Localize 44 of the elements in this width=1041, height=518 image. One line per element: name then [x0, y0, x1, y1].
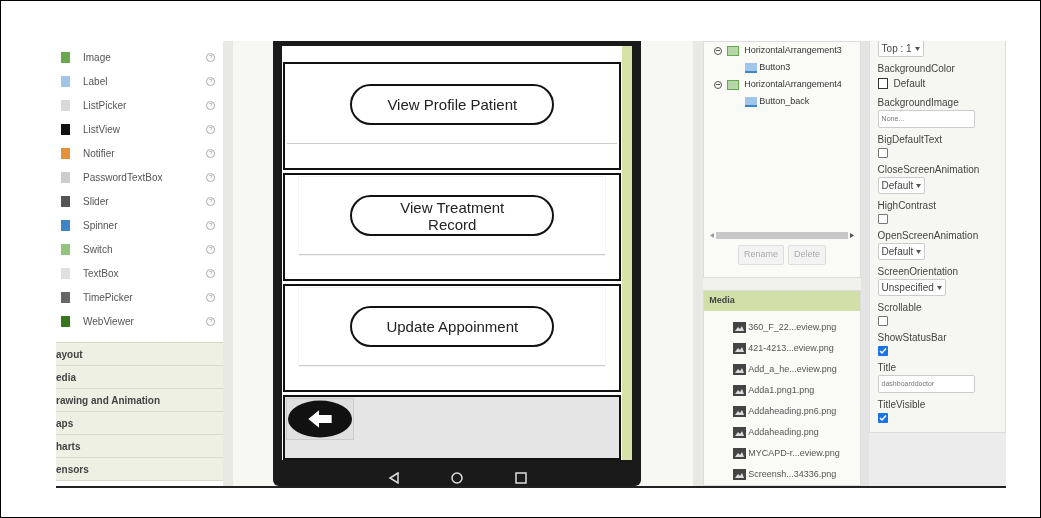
property-label: BackgroundImage: [877, 96, 960, 109]
media-file[interactable]: Adda1.png1.png: [748, 383, 815, 398]
tree-item[interactable]: Button3: [759, 60, 791, 75]
property-label: BackgroundColor: [877, 62, 956, 75]
palette-item[interactable]: TimePicker: [83, 289, 194, 305]
property-label: Title: [877, 361, 898, 374]
palette-item[interactable]: Label: [83, 73, 194, 89]
palette-item[interactable]: Image: [83, 49, 194, 65]
dropdown[interactable]: Unspecified: [877, 279, 946, 296]
property-label: Scrollable: [877, 301, 923, 314]
tree-item[interactable]: HorizontalArrangement4: [744, 77, 842, 92]
dropdown[interactable]: Top : 1: [877, 41, 924, 57]
palette-item[interactable]: TextBox: [83, 265, 194, 281]
media-file[interactable]: 421-4213...eview.png: [748, 341, 834, 356]
panel-header: Media: [704, 291, 860, 311]
rounded-button[interactable]: View Treatment Record: [350, 195, 555, 236]
palette-item[interactable]: Slider: [83, 193, 194, 209]
property-label: ScreenOrientation: [877, 265, 960, 278]
property-label: ShowStatusBar: [877, 331, 948, 344]
property-label: HighContrast: [877, 199, 937, 212]
rounded-button[interactable]: Update Appoinment: [350, 306, 555, 347]
property-label: OpenScreenAnimation: [877, 229, 980, 242]
palette-item[interactable]: Notifier: [83, 145, 194, 161]
tree-item[interactable]: Button_back: [759, 94, 810, 109]
media-file[interactable]: MYCAPD-r...eview.png: [748, 446, 840, 461]
property-label: TitleVisible: [877, 398, 927, 411]
rounded-button[interactable]: View Profile Patient: [350, 84, 555, 125]
palette-item[interactable]: WebViewer: [83, 313, 194, 329]
property-label: CloseScreenAnimation: [877, 163, 981, 176]
media-file[interactable]: Add_a_he...eview.png: [748, 362, 837, 377]
property-label: BigDefaultText: [877, 133, 944, 146]
palette-item[interactable]: ListPicker: [83, 97, 194, 113]
palette-item[interactable]: Switch: [83, 241, 194, 257]
palette-item[interactable]: Spinner: [83, 217, 194, 233]
palette-item[interactable]: PasswordTextBox: [83, 169, 194, 185]
palette-item[interactable]: ListView: [83, 121, 194, 137]
media-file[interactable]: Addaheading.pn6.png: [748, 404, 837, 419]
media-file[interactable]: Addaheading.png: [748, 425, 819, 440]
media-file[interactable]: 360_F_22...eview.png: [748, 320, 837, 335]
dropdown[interactable]: Default: [877, 243, 926, 260]
dropdown[interactable]: Default: [877, 177, 926, 194]
tree-item[interactable]: HorizontalArrangement3: [744, 43, 842, 58]
color-value: Default: [893, 77, 926, 91]
media-file[interactable]: Screensh...34336.png: [748, 467, 837, 482]
